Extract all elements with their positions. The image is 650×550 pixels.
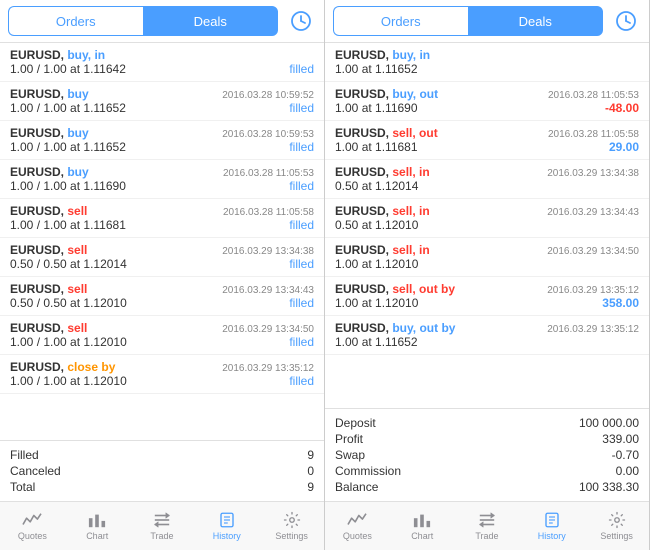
bottom-nav-right: Quotes Chart Trade	[325, 501, 649, 550]
list-item[interactable]: EURUSD, sell 2016.03.29 13:34:38 0.50 / …	[0, 238, 324, 277]
clock-icon-left	[290, 10, 312, 32]
list-item[interactable]: EURUSD, sell 2016.03.29 13:34:43 0.50 / …	[0, 277, 324, 316]
list-item[interactable]: EURUSD, sell, out by 2016.03.29 13:35:12…	[325, 277, 649, 316]
chart-icon-right	[411, 511, 433, 529]
clock-button-right[interactable]	[611, 6, 641, 36]
clock-icon-right	[615, 10, 637, 32]
trade-list-right: EURUSD, buy, in 1.00 at 1.11652 EURUSD, …	[325, 43, 649, 408]
list-item[interactable]: EURUSD, buy 2016.03.28 10:59:52 1.00 / 1…	[0, 82, 324, 121]
history-icon-left	[216, 511, 238, 529]
nav-item-quotes-right[interactable]: Quotes	[325, 502, 390, 550]
summary-row: Filled 9	[10, 447, 314, 463]
orders-tab-right[interactable]: Orders	[333, 6, 468, 36]
list-item[interactable]: EURUSD, sell, in 2016.03.29 13:34:43 0.5…	[325, 199, 649, 238]
nav-item-chart-left[interactable]: Chart	[65, 502, 130, 550]
list-item[interactable]: EURUSD, buy 2016.03.28 10:59:53 1.00 / 1…	[0, 121, 324, 160]
trade-list-left: EURUSD, buy, in 1.00 / 1.00 at 1.11642 f…	[0, 43, 324, 440]
nav-item-trade-right[interactable]: Trade	[455, 502, 520, 550]
deals-tab-left[interactable]: Deals	[143, 6, 279, 36]
panel-left: Orders Deals EURUSD, buy, in 1.00 / 1.00…	[0, 0, 325, 550]
settings-icon-left	[281, 511, 303, 529]
settings-icon-right	[606, 511, 628, 529]
trade-icon-left	[151, 511, 173, 529]
clock-button-left[interactable]	[286, 6, 316, 36]
list-item[interactable]: EURUSD, close by 2016.03.29 13:35:12 1.0…	[0, 355, 324, 394]
summary-row: Profit 339.00	[335, 431, 639, 447]
list-item[interactable]: EURUSD, buy, in 1.00 at 1.11652	[325, 43, 649, 82]
list-item[interactable]: EURUSD, buy, in 1.00 / 1.00 at 1.11642 f…	[0, 43, 324, 82]
quotes-icon-right	[346, 511, 368, 529]
history-icon-right	[541, 511, 563, 529]
list-item[interactable]: EURUSD, buy 2016.03.28 11:05:53 1.00 / 1…	[0, 160, 324, 199]
summary-row: Canceled 0	[10, 463, 314, 479]
orders-tab-left[interactable]: Orders	[8, 6, 143, 36]
list-item[interactable]: EURUSD, buy, out 2016.03.28 11:05:53 1.0…	[325, 82, 649, 121]
deals-tab-right[interactable]: Deals	[468, 6, 604, 36]
chart-icon-left	[86, 511, 108, 529]
nav-item-history-left[interactable]: History	[194, 502, 259, 550]
summary-row: Deposit 100 000.00	[335, 415, 639, 431]
quotes-icon-left	[21, 511, 43, 529]
tab-bar-right: Orders Deals	[325, 0, 649, 43]
nav-item-chart-right[interactable]: Chart	[390, 502, 455, 550]
nav-item-settings-right[interactable]: Settings	[584, 502, 649, 550]
list-item[interactable]: EURUSD, sell 2016.03.28 11:05:58 1.00 / …	[0, 199, 324, 238]
summary-left: Filled 9 Canceled 0 Total 9	[0, 440, 324, 501]
summary-row: Total 9	[10, 479, 314, 495]
nav-item-history-right[interactable]: History	[519, 502, 584, 550]
nav-item-settings-left[interactable]: Settings	[259, 502, 324, 550]
bottom-nav-left: Quotes Chart Trade	[0, 501, 324, 550]
summary-row: Balance 100 338.30	[335, 479, 639, 495]
summary-row: Swap -0.70	[335, 447, 639, 463]
nav-item-trade-left[interactable]: Trade	[130, 502, 195, 550]
panel-right: Orders Deals EURUSD, buy, in 1.00 at 1.1…	[325, 0, 650, 550]
list-item[interactable]: EURUSD, buy, out by 2016.03.29 13:35:12 …	[325, 316, 649, 355]
tab-bar-left: Orders Deals	[0, 0, 324, 43]
list-item[interactable]: EURUSD, sell 2016.03.29 13:34:50 1.00 / …	[0, 316, 324, 355]
nav-item-quotes-left[interactable]: Quotes	[0, 502, 65, 550]
trade-icon-right	[476, 511, 498, 529]
list-item[interactable]: EURUSD, sell, out 2016.03.28 11:05:58 1.…	[325, 121, 649, 160]
summary-right: Deposit 100 000.00 Profit 339.00 Swap -0…	[325, 408, 649, 501]
list-item[interactable]: EURUSD, sell, in 2016.03.29 13:34:50 1.0…	[325, 238, 649, 277]
summary-row: Commission 0.00	[335, 463, 639, 479]
list-item[interactable]: EURUSD, sell, in 2016.03.29 13:34:38 0.5…	[325, 160, 649, 199]
